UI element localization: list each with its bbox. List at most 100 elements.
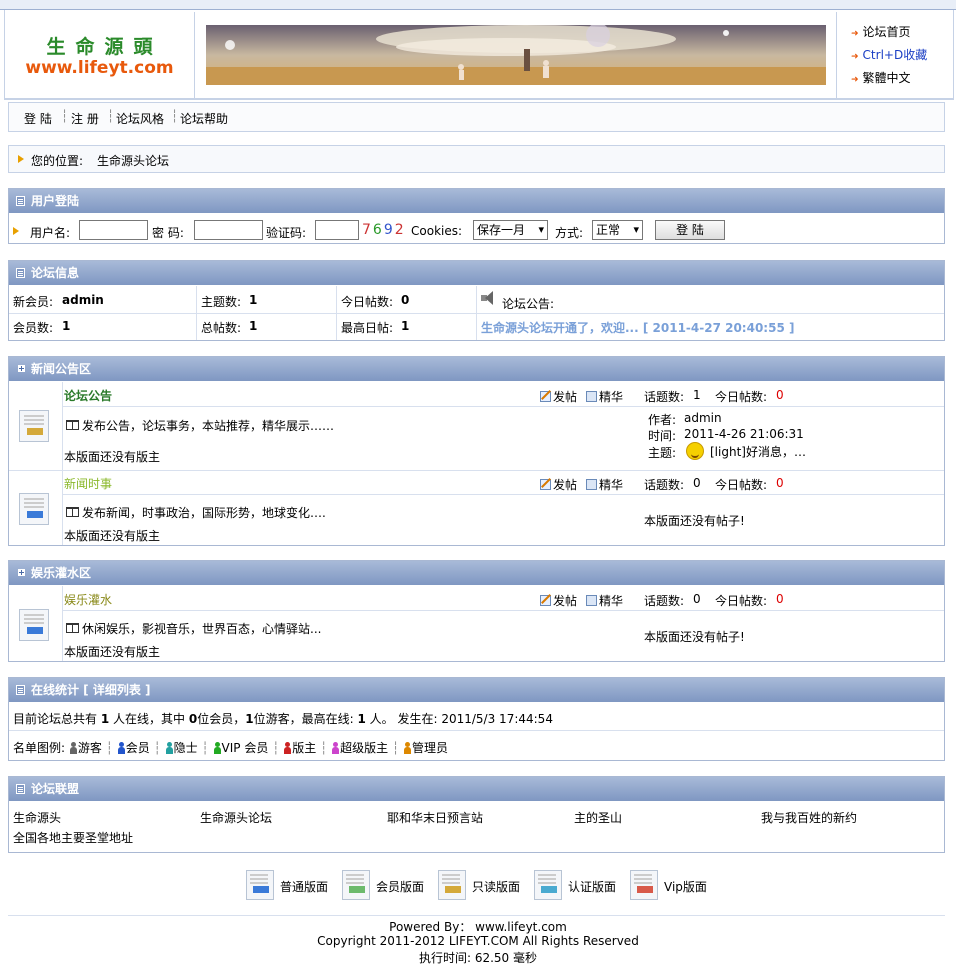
edit-icon — [540, 479, 551, 490]
post-button[interactable]: 发帖 — [540, 592, 577, 609]
legend-readonly: 只读版面 — [472, 880, 521, 894]
edit-icon — [540, 595, 551, 606]
nav-help[interactable]: 论坛帮助 — [180, 110, 228, 127]
last-post-author[interactable]: admin — [684, 411, 722, 425]
post-button[interactable]: 发帖 — [540, 476, 577, 493]
last-post-subject-label: 主题: — [648, 446, 677, 460]
arrow-icon: ➜ — [851, 29, 859, 39]
forum-description: 休闲娱乐，影视音乐，世界百态，心情驿站... — [66, 620, 321, 637]
entertainment-section-header[interactable]: 娱乐灌水区 — [9, 561, 944, 585]
logo-url: www.lifeyt.com — [25, 58, 174, 78]
alliance-link[interactable]: 耶和华末日预言站 — [387, 809, 483, 826]
arrow-icon: ➜ — [851, 75, 859, 85]
post-button[interactable]: 发帖 — [540, 388, 577, 405]
members-label: 会员数: — [13, 321, 54, 335]
nav-bar: 登 陆 ┆ 注 册 ┆ 论坛风格 ┆ 论坛帮助 — [8, 102, 945, 132]
triangle-icon — [18, 155, 24, 163]
legend-vip: Vip版面 — [664, 880, 707, 894]
forum-info-title: 论坛信息 — [31, 266, 80, 280]
topics-count-value: 0 — [693, 476, 701, 490]
breadcrumb: 您的位置: 生命源头论坛 — [8, 145, 945, 173]
smiley-icon — [682, 442, 708, 460]
breadcrumb-label: 您的位置: — [31, 154, 84, 168]
captcha-image: 7692 — [362, 222, 406, 238]
cookies-select[interactable]: 保存一月 — [473, 220, 548, 240]
expand-icon[interactable] — [18, 365, 25, 372]
max-posts-value: 1 — [401, 319, 410, 333]
forum-description: 发布新闻，时事政治，国际形势，地球变化…. — [66, 504, 326, 521]
forum-home-link[interactable]: ➜ 论坛首页 — [851, 23, 911, 40]
digest-button[interactable]: 精华 — [586, 388, 623, 405]
online-summary: 目前论坛总共有 1 人在线，其中 0位会员，1位游客，最高在线: 1 人。 发生… — [13, 712, 553, 726]
nav-login[interactable]: 登 陆 — [24, 110, 52, 127]
topics-label: 主题数: — [201, 295, 242, 309]
new-member-value[interactable]: admin — [62, 293, 104, 307]
forum-moderator: 本版面还没有版主 — [64, 645, 161, 659]
digest-button[interactable]: 精华 — [586, 592, 623, 609]
online-legend: 名单图例: 游客 ┆ 会员 ┆ 隐士 ┆ VIP 会员 ┆ 版主 ┆ 超级版主 … — [13, 741, 449, 755]
alliance-link[interactable]: 主的圣山 — [574, 809, 622, 826]
digest-icon — [586, 391, 597, 402]
member-forum-icon — [342, 870, 370, 900]
list-icon — [16, 268, 25, 278]
book-icon — [66, 507, 79, 517]
topics-count-value: 0 — [693, 592, 701, 606]
login-button[interactable]: 登 陆 — [655, 220, 725, 240]
username-label: 用户名: — [30, 226, 71, 240]
nav-register[interactable]: 注 册 — [71, 110, 99, 127]
members-value: 1 — [62, 319, 71, 333]
traditional-chinese-link[interactable]: ➜ 繁體中文 — [851, 69, 911, 86]
news-section-header[interactable]: 新闻公告区 — [9, 357, 944, 381]
forum-name-news[interactable]: 新闻时事 — [64, 475, 112, 492]
max-posts-label: 最高日帖: — [341, 321, 394, 335]
notice-label: 论坛公告: — [502, 297, 555, 311]
forum-normal-icon — [19, 493, 49, 525]
alliance-link[interactable]: 生命源头 — [13, 809, 61, 826]
forum-name-entertainment[interactable]: 娱乐灌水 — [64, 591, 112, 608]
member-icon — [117, 742, 125, 754]
forum-info-panel: 论坛信息 新会员: admin 主题数: 1 今日帖数: 0 论坛公告: 会员数… — [8, 260, 945, 341]
top-strip — [0, 0, 956, 10]
last-post-time-label: 时间: — [648, 429, 677, 443]
mode-select[interactable]: 正常 — [592, 220, 643, 240]
today-count-value: 0 — [776, 476, 784, 490]
captcha-label: 验证码: — [266, 226, 307, 240]
vip-member-icon — [213, 742, 221, 754]
alliance-link[interactable]: 生命源头论坛 — [200, 809, 272, 826]
today-count-value: 0 — [776, 388, 784, 402]
online-stats-header: 在线统计 [ 详细列表 ] — [9, 678, 944, 702]
last-post-time: 2011-4-26 21:06:31 — [684, 427, 804, 441]
topics-count-label: 话题数: — [644, 390, 685, 404]
captcha-input[interactable] — [315, 220, 359, 240]
arrow-icon: ➜ — [851, 52, 859, 62]
legend-verified: 认证版面 — [568, 880, 617, 894]
expand-icon[interactable] — [18, 569, 25, 576]
bookmark-link[interactable]: ➜ Ctrl+D收藏 — [851, 46, 927, 63]
alliance-link[interactable]: 我与我百姓的新约 — [761, 809, 857, 826]
forum-name-announcements[interactable]: 论坛公告 — [64, 387, 112, 404]
today-count-label: 今日帖数: — [715, 594, 768, 608]
online-stats-title[interactable]: 在线统计 [ 详细列表 ] — [31, 683, 151, 697]
site-logo[interactable]: 生命源頭 www.lifeyt.com — [4, 12, 195, 98]
password-input[interactable] — [194, 220, 263, 240]
forum-moderator: 本版面还没有版主 — [64, 529, 161, 543]
today-posts-label: 今日帖数: — [341, 295, 394, 309]
footer-powered: Powered By： www.lifeyt.com — [389, 920, 567, 934]
password-label: 密 码: — [152, 226, 184, 240]
admin-icon — [403, 742, 412, 754]
triangle-icon — [13, 227, 19, 235]
edit-icon — [540, 391, 551, 402]
list-icon — [16, 196, 25, 206]
readonly-forum-icon — [438, 870, 466, 900]
legend-member: 会员版面 — [376, 880, 425, 894]
footer-exec-time: 执行时间: 62.50 毫秒 — [418, 951, 538, 965]
username-input[interactable] — [79, 220, 148, 240]
last-post-author-label: 作者: — [648, 413, 677, 427]
book-icon — [66, 420, 79, 430]
notice-link[interactable]: 生命源头论坛开通了，欢迎... [ 2011-4-27 20:40:55 ] — [481, 319, 794, 336]
breadcrumb-home-link[interactable]: 生命源头论坛 — [97, 152, 169, 169]
digest-button[interactable]: 精华 — [586, 476, 623, 493]
nav-style[interactable]: 论坛风格 — [116, 110, 164, 127]
alliance-link[interactable]: 全国各地主要圣堂地址 — [13, 829, 133, 846]
last-post-subject[interactable]: [light]好消息，… — [710, 443, 806, 460]
